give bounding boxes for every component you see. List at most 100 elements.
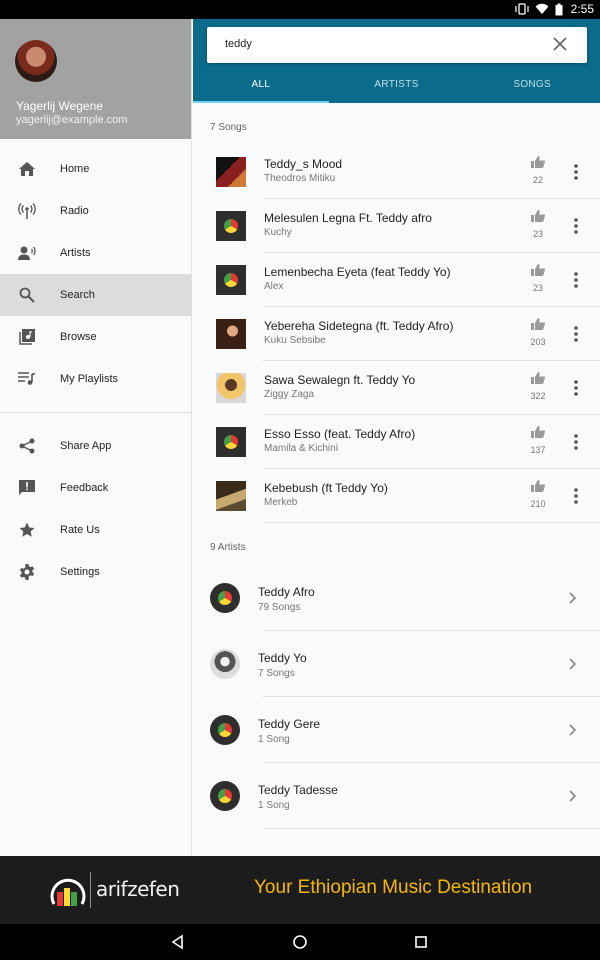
nav-item-label: My Playlists	[60, 373, 119, 385]
artist-row[interactable]: Teddy Gere 1 Song	[193, 697, 600, 763]
result-tabs: ALL ARTISTS SONGS	[193, 75, 600, 103]
song-row[interactable]: Sawa Sewalegn ft. Teddy Yo Ziggy Zaga 32…	[193, 361, 600, 415]
home-icon	[18, 161, 36, 177]
artist-avatar	[210, 583, 240, 613]
song-row[interactable]: Kebebush (ft Teddy Yo) Merkeb 210	[193, 469, 600, 523]
like-button[interactable]: 22	[527, 155, 549, 185]
banner-divider	[90, 872, 91, 908]
like-button[interactable]: 23	[527, 209, 549, 239]
nav-item-search[interactable]: Search	[0, 274, 191, 316]
song-row[interactable]: Melesulen Legna Ft. Teddy afro Kuchy 23	[193, 199, 600, 253]
ad-banner[interactable]: arifzefen Your Ethiopian Music Destinati…	[0, 856, 600, 924]
more-options-icon[interactable]	[568, 162, 584, 182]
artist-row[interactable]: Teddy Tadesse 1 Song	[193, 763, 600, 829]
browse-icon	[18, 329, 36, 345]
artists-section-title: 9 Artists	[210, 542, 246, 553]
album-art	[216, 481, 246, 511]
playlist-icon	[18, 371, 36, 387]
like-count: 203	[530, 337, 546, 347]
like-button[interactable]: 203	[527, 317, 549, 347]
nav-item-share-app[interactable]: Share App	[0, 425, 191, 467]
user-avatar[interactable]	[15, 40, 57, 82]
nav-item-home[interactable]: Home	[0, 148, 191, 190]
more-options-icon[interactable]	[568, 324, 584, 344]
tab-songs[interactable]: SONGS	[464, 75, 600, 103]
back-icon[interactable]	[169, 933, 187, 951]
nav-item-artists[interactable]: Artists	[0, 232, 191, 274]
more-options-icon[interactable]	[568, 432, 584, 452]
song-title: Kebebush (ft Teddy Yo)	[264, 481, 388, 495]
tab-artists[interactable]: ARTISTS	[329, 75, 465, 103]
nav-item-my-playlists[interactable]: My Playlists	[0, 358, 191, 400]
nav-item-radio[interactable]: Radio	[0, 190, 191, 232]
clear-icon[interactable]	[551, 35, 569, 53]
more-options-icon[interactable]	[568, 486, 584, 506]
thumbs-up-icon	[531, 426, 546, 438]
nav-item-feedback[interactable]: Feedback	[0, 467, 191, 509]
vibrate-icon	[515, 3, 529, 15]
artist-avatar	[210, 715, 240, 745]
search-input[interactable]: teddy	[225, 38, 252, 50]
search-icon	[18, 287, 36, 303]
home-button-icon[interactable]	[291, 933, 309, 951]
chevron-right-icon	[569, 790, 577, 802]
album-art	[216, 157, 246, 187]
song-title: Lemenbecha Eyeta (feat Teddy Yo)	[264, 265, 451, 279]
arifzefen-logo	[50, 878, 86, 906]
like-count: 23	[532, 283, 543, 293]
gear-icon	[18, 564, 36, 580]
song-row[interactable]: Esso Esso (feat. Teddy Afro) Mamila & Ki…	[193, 415, 600, 469]
nav-item-label: Home	[60, 163, 90, 175]
share-icon	[18, 438, 36, 454]
nav-item-label: Feedback	[60, 482, 109, 494]
thumbs-up-icon	[531, 210, 546, 222]
song-row[interactable]: Yebereha Sidetegna (ft. Teddy Afro) Kuku…	[193, 307, 600, 361]
like-button[interactable]: 23	[527, 263, 549, 293]
tab-all[interactable]: ALL	[193, 75, 329, 103]
songs-section-title: 7 Songs	[210, 122, 247, 133]
clock: 2:55	[570, 2, 594, 16]
search-box[interactable]: teddy	[207, 27, 587, 63]
thumbs-up-icon	[531, 372, 546, 384]
artist-row[interactable]: Teddy Yo 7 Songs	[193, 631, 600, 697]
song-title: Sawa Sewalegn ft. Teddy Yo	[264, 373, 416, 387]
more-options-icon[interactable]	[568, 216, 584, 236]
artist-name: Teddy Gere	[258, 717, 321, 731]
thumbs-up-icon	[531, 480, 546, 492]
like-button[interactable]: 322	[527, 371, 549, 401]
feedback-icon	[18, 480, 36, 496]
nav-item-settings[interactable]: Settings	[0, 551, 191, 593]
song-artist: Kuchy	[264, 227, 292, 238]
more-options-icon[interactable]	[568, 378, 584, 398]
artist-song-count: 7 Songs	[258, 668, 295, 679]
user-email: yagerlij@example.com	[16, 114, 128, 126]
artist-song-count: 1 Song	[258, 800, 290, 811]
navigation-drawer: Yagerlij Wegene yagerlij@example.com Hom…	[0, 19, 192, 856]
like-button[interactable]: 210	[527, 479, 549, 509]
song-row[interactable]: Lemenbecha Eyeta (feat Teddy Yo) Alex 23	[193, 253, 600, 307]
song-row[interactable]: Teddy_s Mood Theodros Mitiku 22	[193, 145, 600, 199]
song-artist: Theodros Mitiku	[264, 173, 336, 184]
thumbs-up-icon	[531, 156, 546, 168]
system-nav-bar	[0, 924, 600, 960]
recents-icon[interactable]	[412, 933, 430, 951]
chevron-right-icon	[569, 592, 577, 604]
album-art	[216, 211, 246, 241]
artist-row[interactable]: Teddy Afro 79 Songs	[193, 565, 600, 631]
song-title: Melesulen Legna Ft. Teddy afro	[264, 211, 432, 225]
nav-item-rate-us[interactable]: Rate Us	[0, 509, 191, 551]
banner-tagline: Your Ethiopian Music Destination	[254, 877, 533, 898]
nav-item-browse[interactable]: Browse	[0, 316, 191, 358]
nav-item-label: Share App	[60, 440, 112, 452]
song-artist: Kuku Sebsibe	[264, 335, 326, 346]
drawer-divider	[0, 412, 191, 413]
song-artist: Alex	[264, 281, 284, 292]
song-title: Esso Esso (feat. Teddy Afro)	[264, 427, 416, 441]
like-count: 322	[530, 391, 546, 401]
song-artist: Merkeb	[264, 497, 298, 508]
nav-item-label: Radio	[60, 205, 89, 217]
more-options-icon[interactable]	[568, 270, 584, 290]
user-name: Yagerlij Wegene	[16, 99, 103, 113]
artist-icon	[18, 245, 36, 261]
like-button[interactable]: 137	[527, 425, 549, 455]
